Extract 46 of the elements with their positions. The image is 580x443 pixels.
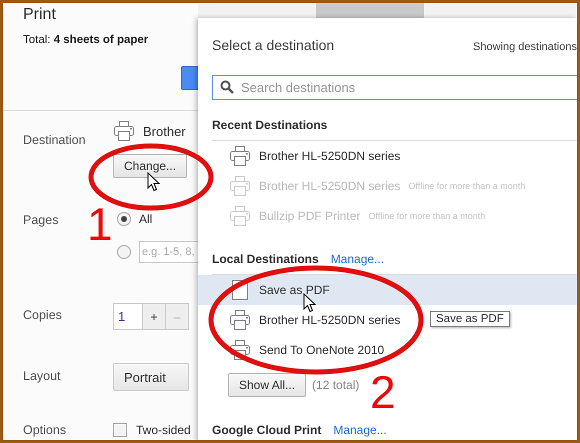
section-title: Google Cloud Print — [212, 423, 322, 437]
setting-label: Pages — [23, 213, 60, 227]
printer-icon — [229, 205, 251, 227]
search-field[interactable]: Search destinations — [212, 75, 577, 100]
summary-text: Total: 4 sheets of paper — [23, 34, 150, 46]
layout-dropdown[interactable]: Portrait — [113, 363, 189, 391]
destination-item[interactable]: Brother HL-5250DN series Save as PDF — [212, 305, 577, 335]
tooltip: Save as PDF — [430, 311, 510, 327]
dialog-title: Select a destination — [212, 36, 334, 52]
annotation-number: 2 — [370, 369, 396, 415]
destination-item[interactable]: Brother HL-5250DN series — [212, 141, 577, 171]
section-title: Local Destinations — [212, 252, 319, 266]
annotation-number: 1 — [87, 201, 113, 247]
printer-icon — [229, 175, 251, 197]
printer-name: Brother — [143, 124, 186, 138]
copies-field[interactable]: 1 — [113, 303, 143, 330]
checkbox-label: Two-sided — [136, 423, 191, 437]
cursor-icon — [303, 293, 316, 313]
printer-icon — [229, 309, 251, 331]
status-text: Offline for more than a month — [368, 211, 486, 221]
total-count: (12 total) — [312, 378, 360, 392]
status-text: Offline for more than a month — [408, 181, 526, 191]
window-title: Print — [23, 6, 57, 24]
setting-label: Destination — [23, 133, 87, 147]
destination-item[interactable]: Send To OneNote 2010 — [212, 335, 577, 365]
printer-icon — [229, 339, 251, 361]
printer-icon — [229, 145, 251, 167]
increment-button[interactable]: + — [143, 303, 166, 330]
setting-label: Copies — [23, 308, 63, 322]
change-button[interactable]: Change... — [113, 154, 188, 178]
dialog-subtitle: Showing destinations — [473, 41, 577, 53]
manage-link[interactable]: Manage... — [330, 252, 384, 266]
section-title: Recent Destinations — [212, 118, 328, 132]
radio-label: All — [139, 212, 152, 226]
cursor-icon — [147, 172, 160, 192]
print-button[interactable] — [181, 66, 198, 90]
manage-link[interactable]: Manage... — [333, 423, 387, 437]
checkbox[interactable] — [113, 423, 127, 437]
search-icon — [220, 80, 234, 94]
radio-button[interactable] — [117, 212, 131, 226]
printer-icon — [113, 120, 135, 142]
page-range-field[interactable]: e.g. 1-5, 8, — [139, 241, 198, 263]
setting-label: Layout — [23, 369, 62, 383]
show-all-button[interactable]: Show All... — [228, 373, 306, 397]
radio-button[interactable] — [117, 245, 131, 259]
setting-label: Options — [23, 423, 68, 437]
